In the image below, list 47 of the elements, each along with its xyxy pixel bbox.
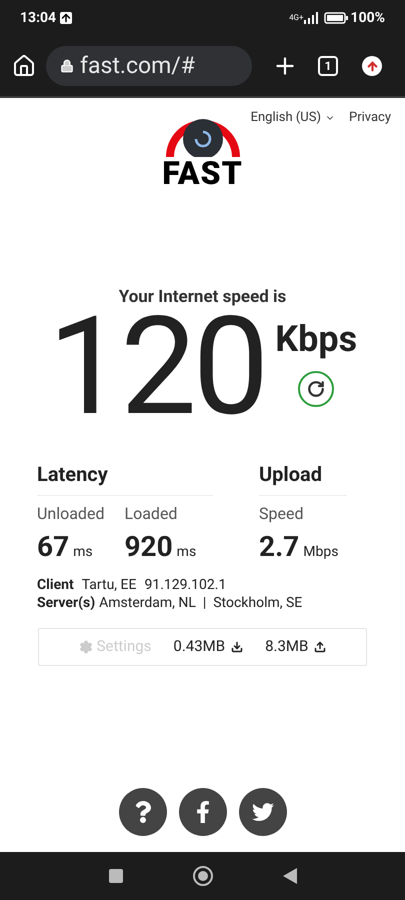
downloaded-size: 0.43MB: [173, 636, 226, 658]
url-text: fast.com/#: [80, 50, 195, 81]
metric-label: Speed: [259, 502, 304, 524]
servers-list: Amsterdam, NL | Stockholm, SE: [99, 594, 302, 612]
speed-value: 120: [48, 312, 266, 422]
upload-notification-icon: [60, 12, 72, 24]
metric-label: Loaded: [124, 502, 178, 524]
back-icon[interactable]: [282, 868, 296, 884]
download-icon: [231, 640, 244, 652]
refresh-icon: [307, 380, 326, 398]
battery-level: 100%: [350, 8, 385, 28]
logo-text: FAST: [162, 157, 243, 189]
latency-title: Latency: [37, 458, 213, 496]
update-icon[interactable]: [362, 56, 382, 76]
recents-icon[interactable]: [108, 869, 122, 883]
signal-icon: [304, 12, 318, 24]
battery-icon: [324, 12, 348, 24]
facebook-icon[interactable]: [178, 788, 226, 836]
help-icon[interactable]: [118, 788, 166, 836]
upload-icon: [314, 640, 326, 652]
home-icon[interactable]: [12, 54, 36, 78]
address-bar[interactable]: fast.com/#: [46, 46, 252, 86]
client-label: Client: [37, 576, 74, 594]
metric-label: Unloaded: [37, 502, 104, 524]
tab-count-button[interactable]: 1: [318, 56, 338, 76]
metric-value: 920: [124, 528, 173, 564]
metric-unit: ms: [73, 542, 93, 562]
language-selector[interactable]: English (US): [250, 108, 335, 128]
metric-value: 67: [37, 528, 70, 564]
metric-unit: ms: [176, 542, 196, 562]
refresh-button[interactable]: [298, 370, 334, 406]
network-type: 4G+: [289, 14, 304, 22]
speed-unit: Kbps: [275, 320, 358, 356]
gear-icon: [78, 640, 93, 654]
home-button-icon[interactable]: [192, 866, 212, 886]
client-ip: 91.129.102.1: [144, 576, 226, 594]
twitter-icon[interactable]: [238, 788, 286, 836]
lock-icon: [60, 59, 74, 73]
clock: 13:04: [20, 8, 56, 28]
privacy-link[interactable]: Privacy: [349, 108, 391, 128]
uploaded-size: 8.3MB: [265, 636, 308, 658]
speed-caption: Your Internet speed is: [118, 286, 288, 309]
servers-label: Server(s): [37, 594, 96, 612]
client-location: Tartu, EE: [82, 576, 136, 594]
metric-value: 2.7: [259, 528, 300, 564]
upload-title: Upload: [259, 458, 347, 496]
metric-unit: Mbps: [303, 542, 338, 562]
